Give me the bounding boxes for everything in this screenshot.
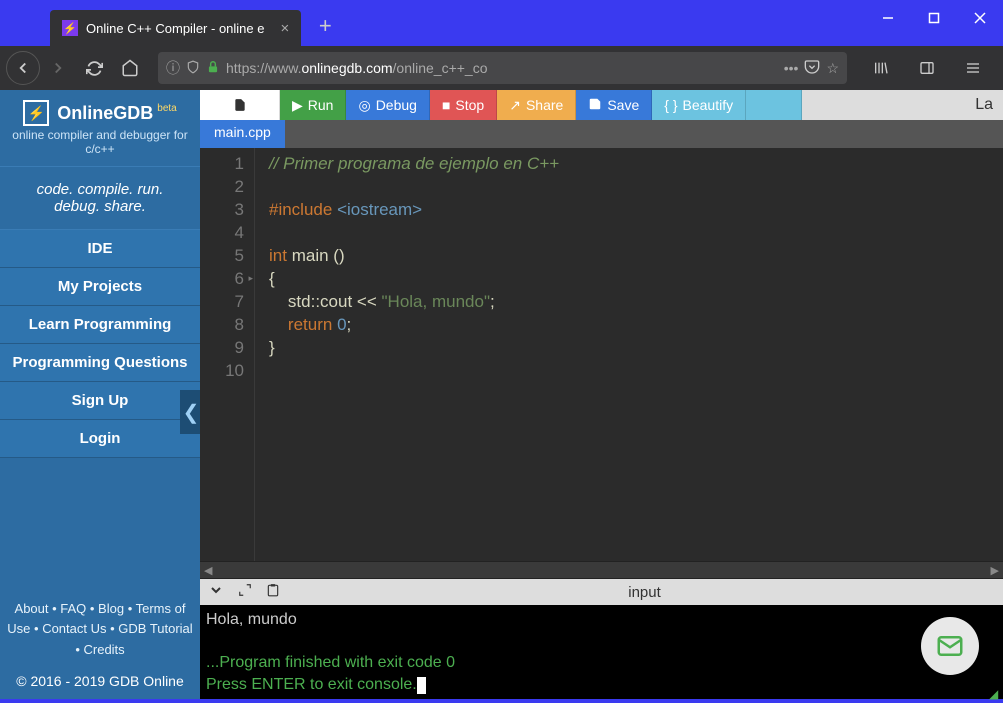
run-button[interactable]: ▶ Run (280, 90, 346, 120)
beautify-button[interactable]: { }Beautify (652, 90, 746, 120)
console-output[interactable]: Hola, mundo ...Program finished with exi… (200, 605, 1003, 699)
close-icon[interactable]: × (280, 20, 289, 37)
lock-icon[interactable] (206, 60, 220, 77)
line-gutter: 12345678910 (200, 148, 255, 561)
close-window-button[interactable] (957, 0, 1003, 36)
sidebar-item-learn[interactable]: Learn Programming (0, 306, 200, 344)
sidebar-item-questions[interactable]: Programming Questions (0, 344, 200, 382)
subtitle: online compiler and debugger for c/c++ (0, 128, 200, 166)
language-select[interactable]: La (965, 90, 1003, 120)
sidebar-nav: IDE My Projects Learn Programming Progra… (0, 230, 200, 458)
reload-button[interactable] (76, 50, 112, 86)
maximize-button[interactable] (911, 0, 957, 36)
console-header: input (200, 579, 1003, 605)
logo: ⚡ OnlineGDB beta (0, 90, 200, 128)
mail-icon (935, 631, 965, 661)
info-icon[interactable]: ⓘ (166, 58, 180, 78)
url-text: https://www.onlinegdb.com/online_c++_co (226, 60, 488, 76)
footer-links[interactable]: About • FAQ • Blog • Terms of Use • Cont… (0, 593, 200, 667)
chevron-down-icon[interactable] (208, 582, 224, 603)
share-button[interactable]: ↗Share (497, 90, 576, 120)
more-icon[interactable]: ••• (784, 60, 799, 76)
save-icon (588, 97, 602, 114)
cursor (417, 677, 426, 694)
sidebar: ⚡ OnlineGDB beta online compiler and deb… (0, 90, 200, 699)
tab-title: Online C++ Compiler - online e (86, 21, 264, 36)
braces-icon: { } (664, 97, 677, 113)
action-toolbar: ▶ Run ◎Debug ■ Stop ↗Share Save { }Beaut… (200, 90, 1003, 120)
bolt-icon: ⚡ (23, 100, 49, 126)
brand-name: OnlineGDB (57, 103, 153, 124)
url-bar[interactable]: ⓘ https://www.onlinegdb.com/online_c++_c… (158, 52, 847, 84)
resize-handle[interactable] (989, 685, 1001, 697)
console-tab-label: input (294, 584, 995, 601)
editor-scrollbar[interactable]: ◀▶ (200, 561, 1003, 579)
file-tab-main[interactable]: main.cpp (200, 120, 285, 148)
sidebar-item-ide[interactable]: IDE (0, 230, 200, 268)
home-button[interactable] (112, 50, 148, 86)
copyright: © 2016 - 2019 GDB Online (0, 667, 200, 699)
bookmark-icon[interactable]: ☆ (826, 60, 839, 77)
window-controls (865, 0, 1003, 46)
sidebar-icon[interactable] (909, 50, 945, 86)
pocket-icon[interactable] (804, 59, 820, 78)
shield-icon[interactable] (186, 60, 200, 77)
code-body[interactable]: // Primer programa de ejemplo en C++ #in… (255, 148, 559, 561)
back-button[interactable] (6, 51, 40, 85)
library-icon[interactable] (863, 50, 899, 86)
motto: code. compile. run. debug. share. (0, 166, 200, 230)
window-titlebar: ⚡ Online C++ Compiler - online e × + (0, 0, 1003, 46)
sidebar-item-projects[interactable]: My Projects (0, 268, 200, 306)
download-button[interactable] (746, 90, 802, 120)
debug-button[interactable]: ◎Debug (346, 90, 429, 120)
file-tabs: main.cpp (200, 120, 1003, 148)
editor-pane: ▶ Run ◎Debug ■ Stop ↗Share Save { }Beaut… (200, 90, 1003, 699)
target-icon: ◎ (358, 97, 370, 114)
browser-toolbar: ⓘ https://www.onlinegdb.com/online_c++_c… (0, 46, 1003, 90)
stop-button[interactable]: ■ Stop (430, 90, 497, 120)
sidebar-item-login[interactable]: Login (0, 420, 200, 458)
forward-button[interactable] (40, 50, 76, 86)
menu-icon[interactable] (955, 50, 991, 86)
chat-fab[interactable] (921, 617, 979, 675)
minimize-button[interactable] (865, 0, 911, 36)
code-editor[interactable]: 12345678910 // Primer programa de ejempl… (200, 148, 1003, 561)
new-file-button[interactable] (200, 90, 280, 120)
expand-icon[interactable] (238, 583, 252, 602)
beta-badge: beta (157, 103, 176, 114)
tab-favicon: ⚡ (62, 20, 78, 36)
sidebar-item-signup[interactable]: Sign Up (0, 382, 200, 420)
browser-tab[interactable]: ⚡ Online C++ Compiler - online e × (50, 10, 301, 46)
collapse-sidebar-button[interactable]: ❮ (180, 390, 202, 434)
new-tab-button[interactable]: + (309, 10, 341, 42)
save-button[interactable]: Save (576, 90, 652, 120)
clipboard-icon[interactable] (266, 583, 280, 602)
share-icon: ↗ (509, 97, 521, 114)
